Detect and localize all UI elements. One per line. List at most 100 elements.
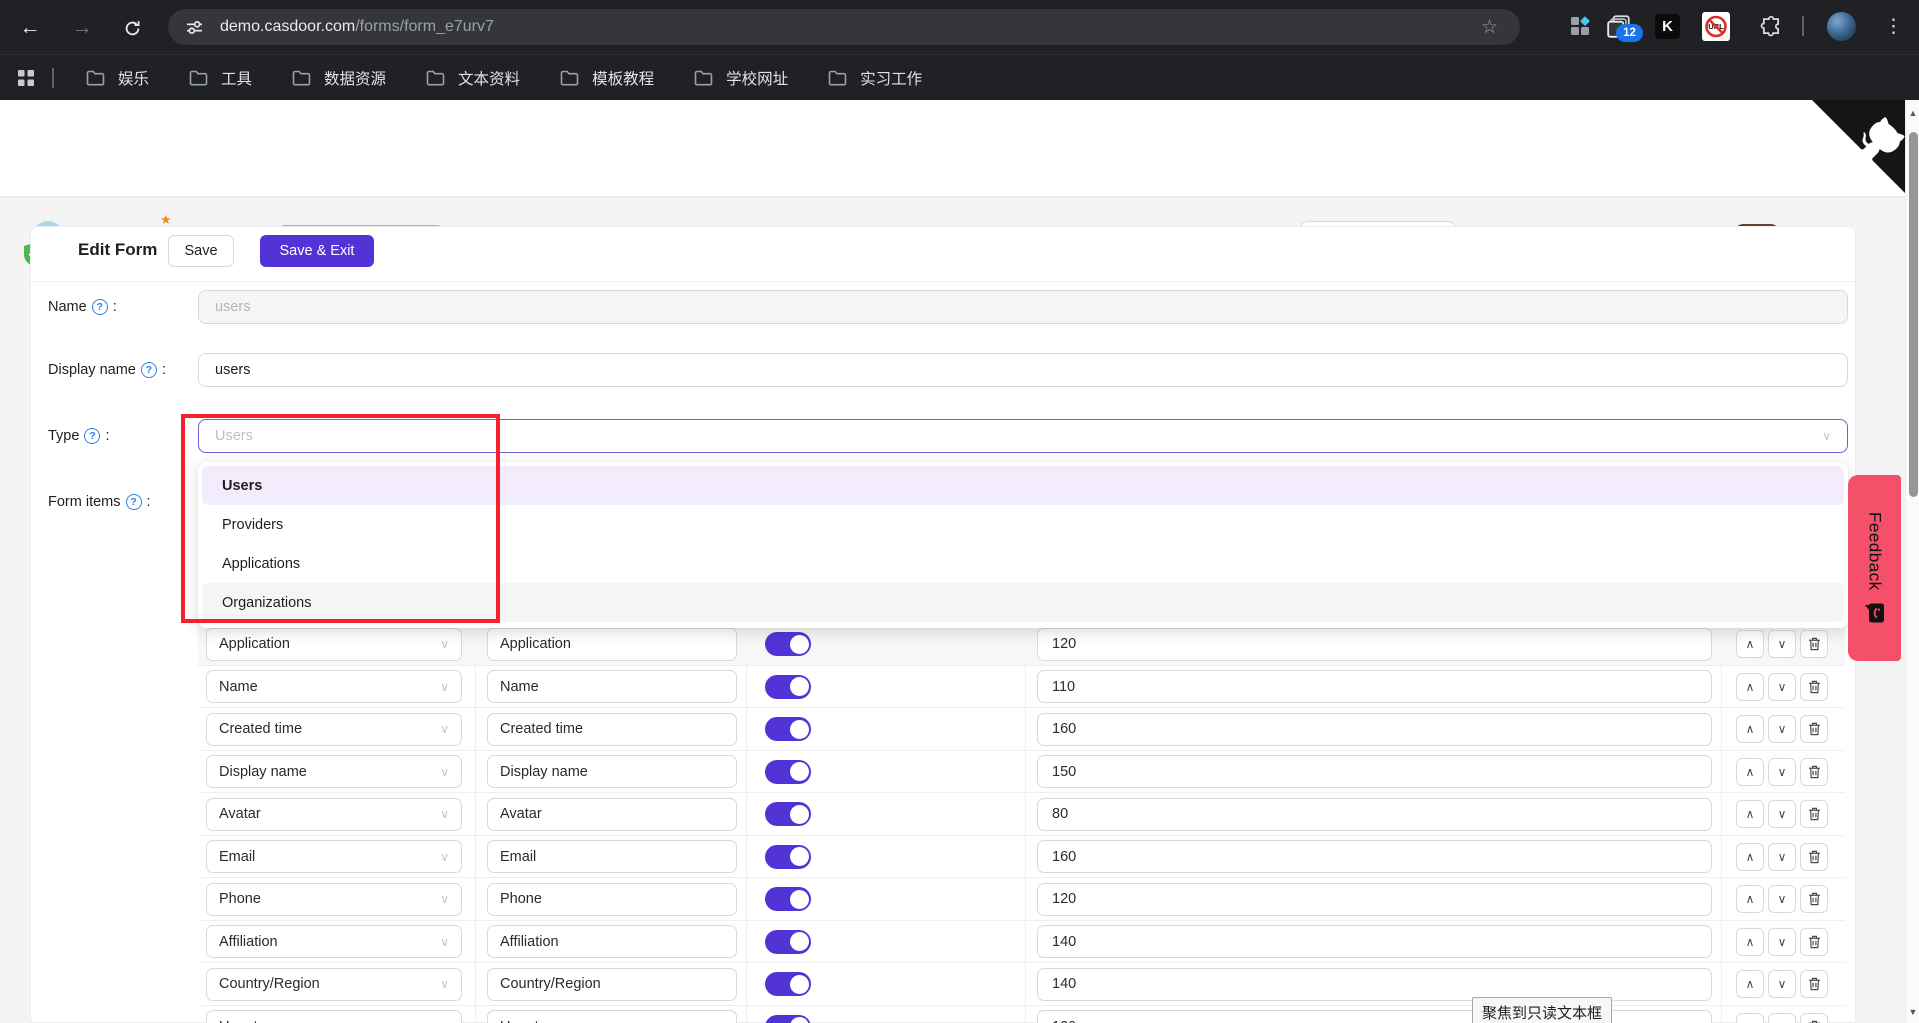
- delete-row-button[interactable]: [1800, 800, 1828, 828]
- item-display-name-input[interactable]: Email: [487, 840, 737, 873]
- move-up-button[interactable]: ∧: [1736, 758, 1764, 786]
- move-up-button[interactable]: ∧: [1736, 843, 1764, 871]
- move-down-button[interactable]: ∨: [1768, 1013, 1796, 1023]
- scroll-down-icon[interactable]: ▼: [1906, 1007, 1919, 1017]
- delete-row-button[interactable]: [1800, 1013, 1828, 1023]
- visible-toggle[interactable]: [765, 972, 811, 996]
- item-display-name-input[interactable]: Created time: [487, 713, 737, 746]
- item-display-name-input[interactable]: Avatar: [487, 798, 737, 831]
- move-up-button[interactable]: ∧: [1736, 673, 1764, 701]
- url-blocker-extension-icon[interactable]: URL: [1702, 12, 1730, 41]
- item-name-select[interactable]: Display name ∨: [206, 755, 462, 788]
- item-display-name-input[interactable]: Country/Region: [487, 968, 737, 1001]
- item-name-select[interactable]: Country/Region ∨: [206, 968, 462, 1001]
- scrollbar-thumb[interactable]: [1909, 132, 1918, 497]
- move-down-button[interactable]: ∨: [1768, 928, 1796, 956]
- bookmark-folder[interactable]: 模板教程: [560, 67, 654, 89]
- item-name-select[interactable]: Created time ∨: [206, 713, 462, 746]
- bookmark-folder[interactable]: 工具: [189, 67, 252, 89]
- apps-grid-icon[interactable]: [16, 68, 36, 88]
- item-display-name-input[interactable]: Application: [487, 628, 737, 661]
- move-down-button[interactable]: ∨: [1768, 885, 1796, 913]
- url-bar[interactable]: demo.casdoor.com/forms/form_e7urv7 ☆: [168, 9, 1520, 45]
- bookmark-folder[interactable]: 学校网址: [694, 67, 788, 89]
- move-down-button[interactable]: ∨: [1768, 758, 1796, 786]
- visible-toggle[interactable]: [765, 717, 811, 741]
- browser-reload-button[interactable]: [117, 13, 147, 43]
- item-display-name-input[interactable]: Name: [487, 670, 737, 703]
- browser-forward-button[interactable]: →: [67, 13, 97, 43]
- bookmark-folder[interactable]: 文本资料: [426, 67, 520, 89]
- width-input[interactable]: 120: [1037, 628, 1712, 661]
- delete-row-button[interactable]: [1800, 928, 1828, 956]
- visible-toggle[interactable]: [765, 930, 811, 954]
- move-down-button[interactable]: ∨: [1768, 715, 1796, 743]
- scroll-up-icon[interactable]: ▲: [1906, 108, 1919, 118]
- help-icon[interactable]: ?: [84, 428, 100, 444]
- item-display-name-input[interactable]: Affiliation: [487, 925, 737, 958]
- item-name-select[interactable]: User type ∨: [206, 1010, 462, 1023]
- help-icon[interactable]: ?: [126, 494, 142, 510]
- delete-row-button[interactable]: [1800, 885, 1828, 913]
- feedback-tab[interactable]: Feedback: [1848, 475, 1901, 661]
- bookmark-star-icon[interactable]: ☆: [1481, 16, 1498, 39]
- width-input[interactable]: 140: [1037, 968, 1712, 1001]
- width-input[interactable]: 140: [1037, 925, 1712, 958]
- item-name-select[interactable]: Email ∨: [206, 840, 462, 873]
- display-name-input[interactable]: users: [198, 353, 1848, 387]
- visible-toggle[interactable]: [765, 1015, 811, 1023]
- move-down-button[interactable]: ∨: [1768, 970, 1796, 998]
- visible-toggle[interactable]: [765, 675, 811, 699]
- help-icon[interactable]: ?: [141, 362, 157, 378]
- browser-back-button[interactable]: ←: [15, 13, 45, 43]
- save-button[interactable]: Save: [168, 235, 234, 267]
- delete-row-button[interactable]: [1800, 630, 1828, 658]
- move-up-button[interactable]: ∧: [1736, 970, 1764, 998]
- delete-row-button[interactable]: [1800, 843, 1828, 871]
- move-up-button[interactable]: ∧: [1736, 800, 1764, 828]
- width-input[interactable]: 110: [1037, 670, 1712, 703]
- puzzle-extensions-icon[interactable]: [1760, 15, 1782, 37]
- visible-toggle[interactable]: [765, 887, 811, 911]
- bookmark-folder[interactable]: 娱乐: [86, 67, 149, 89]
- item-display-name-input[interactable]: Display name: [487, 755, 737, 788]
- profile-avatar[interactable]: [1827, 12, 1856, 41]
- item-display-name-input[interactable]: Phone: [487, 883, 737, 916]
- visible-toggle[interactable]: [765, 632, 811, 656]
- width-input[interactable]: 120: [1037, 883, 1712, 916]
- move-up-button[interactable]: ∧: [1736, 630, 1764, 658]
- delete-row-button[interactable]: [1800, 970, 1828, 998]
- move-down-button[interactable]: ∨: [1768, 843, 1796, 871]
- move-down-button[interactable]: ∨: [1768, 673, 1796, 701]
- browser-menu-icon[interactable]: ⋮: [1884, 13, 1903, 41]
- item-display-name-input[interactable]: User type: [487, 1010, 737, 1023]
- bookmark-folder[interactable]: 数据资源: [292, 67, 386, 89]
- item-name-select[interactable]: Avatar ∨: [206, 798, 462, 831]
- move-up-button[interactable]: ∧: [1736, 1013, 1764, 1023]
- move-down-button[interactable]: ∨: [1768, 630, 1796, 658]
- move-up-button[interactable]: ∧: [1736, 715, 1764, 743]
- k-extension-icon[interactable]: K: [1655, 14, 1680, 39]
- visible-toggle[interactable]: [765, 802, 811, 826]
- width-input[interactable]: 150: [1037, 755, 1712, 788]
- move-up-button[interactable]: ∧: [1736, 885, 1764, 913]
- item-name-select[interactable]: Affiliation ∨: [206, 925, 462, 958]
- help-icon[interactable]: ?: [92, 299, 108, 315]
- bookmark-folder[interactable]: 实习工作: [828, 67, 922, 89]
- delete-row-button[interactable]: [1800, 715, 1828, 743]
- grid-extension-icon[interactable]: [1569, 15, 1591, 37]
- delete-row-button[interactable]: [1800, 758, 1828, 786]
- move-down-button[interactable]: ∨: [1768, 800, 1796, 828]
- site-info-icon[interactable]: [186, 19, 203, 36]
- visible-toggle[interactable]: [765, 760, 811, 784]
- github-corner-icon[interactable]: [1812, 100, 1919, 207]
- delete-row-button[interactable]: [1800, 673, 1828, 701]
- item-name-select[interactable]: Application ∨: [206, 628, 462, 661]
- visible-toggle[interactable]: [765, 845, 811, 869]
- save-exit-button[interactable]: Save & Exit: [260, 235, 374, 267]
- item-name-select[interactable]: Name ∨: [206, 670, 462, 703]
- width-input[interactable]: 160: [1037, 840, 1712, 873]
- move-up-button[interactable]: ∧: [1736, 928, 1764, 956]
- width-input[interactable]: 80: [1037, 798, 1712, 831]
- width-input[interactable]: 160: [1037, 713, 1712, 746]
